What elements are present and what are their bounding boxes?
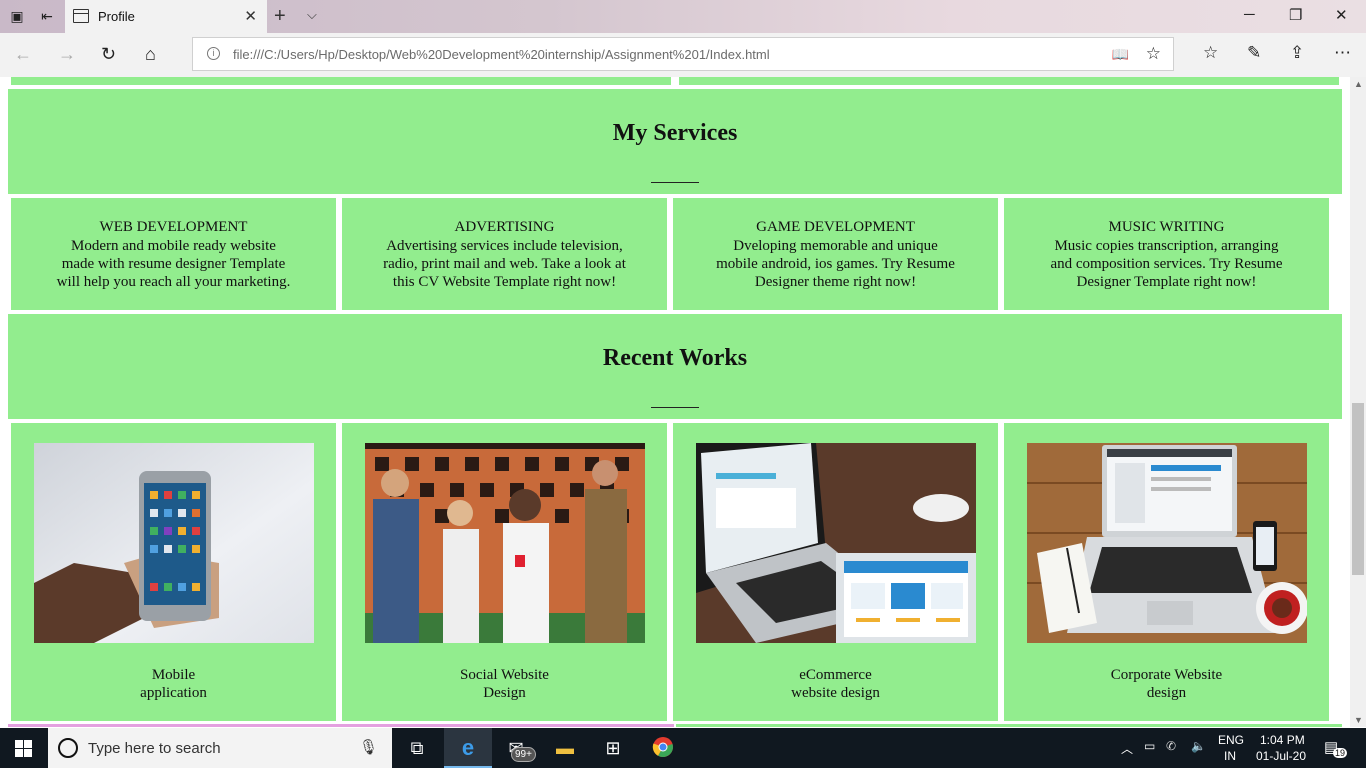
service-title: ADVERTISING [454, 219, 555, 235]
service-desc-line: radio, print mail and web. Take a look a… [383, 256, 626, 272]
page-viewport: My Services WEB DEVELOPMENT Modern and m… [0, 77, 1350, 727]
scroll-down-icon[interactable]: ▼ [1354, 715, 1363, 725]
service-desc-line: Designer Template right now! [1076, 274, 1257, 290]
work-card-corporate[interactable]: Corporate Website design [1004, 423, 1329, 721]
work-caption-line: Design [483, 685, 526, 701]
clock-time[interactable]: 1:04 PM [1260, 733, 1305, 747]
web-note-icon[interactable]: ✎ [1247, 43, 1261, 63]
work-caption-line: Corporate Website [1110, 667, 1223, 683]
work-caption-line: Mobile [151, 667, 196, 683]
works-heading: Recent Works [602, 345, 748, 371]
service-desc-line: and composition services. Try Resume [1050, 256, 1283, 272]
social-website-image [365, 443, 645, 643]
service-desc-line: made with resume designer Template [61, 256, 286, 272]
new-tab-icon[interactable]: + [274, 5, 286, 28]
address-bar[interactable]: i file:///C:/Users/Hp/Desktop/Web%20Deve… [192, 37, 1174, 71]
service-title: GAME DEVELOPMENT [756, 219, 915, 235]
work-caption-line: eCommerce [799, 667, 872, 683]
service-desc-line: Advertising services include television, [386, 238, 623, 254]
mail-badge: 99+ [511, 747, 536, 762]
close-window-icon[interactable]: ✕ [1335, 6, 1348, 24]
file-explorer-icon[interactable]: ▬ [552, 736, 578, 760]
cortana-icon [58, 738, 78, 758]
works-divider [651, 407, 699, 408]
more-icon[interactable]: ⋯ [1334, 43, 1351, 63]
title-bar: ▣ ⇤ Profile ✕ + ⌵ ─ ❐ ✕ [0, 0, 1366, 33]
vertical-scrollbar[interactable]: ▲ ▼ [1350, 77, 1366, 727]
forward-icon[interactable]: → [58, 44, 76, 65]
chrome-icon[interactable] [650, 736, 676, 760]
services-header: My Services [8, 89, 1342, 194]
refresh-icon[interactable]: ↻ [101, 44, 116, 65]
service-desc-line: Modern and mobile ready website [71, 238, 276, 254]
restore-icon[interactable]: ❐ [1289, 6, 1302, 24]
minimize-icon[interactable]: ─ [1244, 6, 1255, 23]
close-tab-icon[interactable]: ✕ [244, 7, 257, 25]
navigation-bar: ← → ↻ ⌂ i file:///C:/Users/Hp/Desktop/We… [0, 33, 1366, 77]
services-divider [651, 182, 699, 183]
mobile-application-image [34, 443, 314, 643]
service-desc-line: mobile android, ios games. Try Resume [716, 256, 955, 272]
taskbar: Type here to search 🎙 ⧉ e ✉ 99+ ▬ ⊞ ︿ ▭ … [0, 728, 1366, 768]
service-title: WEB DEVELOPMENT [99, 219, 248, 235]
language-top[interactable]: ENG [1218, 733, 1244, 747]
microphone-icon[interactable]: 🎙 [359, 738, 378, 756]
scroll-thumb[interactable] [1352, 403, 1364, 575]
reading-view-icon[interactable]: 📖 [1112, 46, 1129, 63]
show-hidden-icons-icon[interactable]: ︿ [1121, 740, 1133, 757]
scroll-up-icon[interactable]: ▲ [1354, 79, 1363, 89]
tab-title: Profile [98, 9, 135, 24]
volume-icon[interactable]: 🔈 [1191, 739, 1206, 753]
notification-count: 19 [1333, 748, 1348, 758]
work-caption-line: Social Website [460, 667, 549, 683]
service-card-music-writing: MUSIC WRITING Music copies transcription… [1004, 198, 1329, 310]
share-icon[interactable]: ⇪ [1290, 43, 1304, 63]
service-desc-line: Designer theme right now! [754, 274, 917, 290]
tab-actions-icon[interactable]: ▣ [8, 7, 26, 25]
next-section-box-left [8, 724, 674, 727]
previous-section-box-left [11, 77, 671, 85]
service-card-game-development: GAME DEVELOPMENT Dveloping memorable and… [673, 198, 998, 310]
tab-preview-chevron-icon[interactable]: ⌵ [307, 7, 317, 23]
ecommerce-website-image [696, 443, 976, 643]
info-icon[interactable]: i [207, 47, 220, 60]
network-icon[interactable]: ✆ [1166, 739, 1176, 753]
works-header: Recent Works [8, 314, 1342, 419]
service-desc-line: Dveloping memorable and unique [733, 238, 938, 254]
language-bottom[interactable]: IN [1224, 749, 1236, 763]
favorite-star-icon[interactable]: ☆ [1146, 44, 1161, 64]
service-title: MUSIC WRITING [1108, 219, 1225, 235]
back-icon[interactable]: ← [14, 44, 32, 65]
work-caption-line: application [140, 685, 207, 701]
edge-icon[interactable]: e [455, 736, 481, 760]
work-caption-line: design [1146, 685, 1187, 701]
battery-icon[interactable]: ▭ [1144, 739, 1155, 753]
store-icon[interactable]: ⊞ [600, 736, 626, 760]
work-card-mobile[interactable]: Mobile application [11, 423, 336, 721]
clock-date[interactable]: 01-Jul-20 [1256, 749, 1306, 763]
work-card-social[interactable]: Social Website Design [342, 423, 667, 721]
service-desc-line: Music copies transcription, arranging [1054, 238, 1279, 254]
service-card-advertising: ADVERTISING Advertising services include… [342, 198, 667, 310]
taskbar-search[interactable]: Type here to search 🎙 [48, 728, 392, 768]
service-card-web-development: WEB DEVELOPMENT Modern and mobile ready … [11, 198, 336, 310]
next-section-box-right [676, 724, 1342, 727]
previous-section-box-right [679, 77, 1339, 85]
set-aside-tabs-icon[interactable]: ⇤ [38, 7, 56, 25]
services-heading: My Services [612, 120, 738, 146]
search-placeholder[interactable]: Type here to search [88, 740, 221, 757]
service-desc-line: will help you reach all your marketing. [56, 274, 291, 290]
work-card-ecommerce[interactable]: eCommerce website design [673, 423, 998, 721]
work-caption-line: website design [791, 685, 880, 701]
home-icon[interactable]: ⌂ [145, 44, 156, 65]
tab-profile[interactable]: Profile ✕ [65, 0, 267, 33]
corporate-website-image [1027, 443, 1307, 643]
task-view-icon[interactable]: ⧉ [404, 736, 430, 760]
favorites-icon[interactable]: ☆ [1203, 43, 1218, 63]
page-icon [73, 9, 89, 23]
service-desc-line: this CV Website Template right now! [392, 274, 617, 290]
start-windows-icon[interactable] [15, 740, 32, 757]
url-text[interactable]: file:///C:/Users/Hp/Desktop/Web%20Develo… [233, 47, 770, 62]
